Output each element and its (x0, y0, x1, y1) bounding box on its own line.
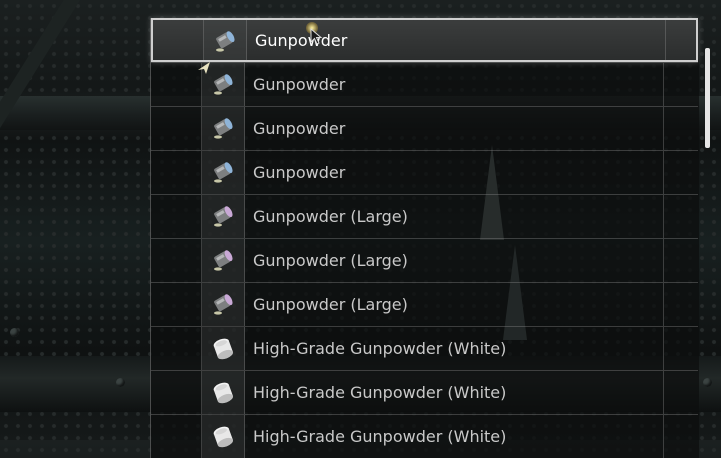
gunpowder-icon (214, 74, 233, 95)
row-slot-cell (151, 415, 202, 458)
high-grade-gunpowder-white-icon (213, 382, 234, 404)
row-slot-cell (151, 371, 202, 414)
row-end-cell (664, 239, 698, 282)
row-icon-cell (202, 415, 245, 458)
row-slot-cell (151, 107, 202, 150)
inventory-row[interactable]: High-Grade Gunpowder (White) (151, 414, 698, 458)
row-slot-cell (153, 20, 204, 60)
row-end-cell (664, 151, 698, 194)
item-name: Gunpowder (245, 63, 664, 106)
row-icon-cell (202, 327, 245, 370)
row-icon-cell (202, 239, 245, 282)
item-name: High-Grade Gunpowder (White) (245, 415, 664, 458)
item-name: Gunpowder (Large) (245, 195, 664, 238)
gunpowder-icon (216, 31, 235, 52)
row-slot-cell (151, 195, 202, 238)
item-name: Gunpowder (245, 107, 664, 150)
row-end-cell (666, 20, 696, 60)
item-name: High-Grade Gunpowder (White) (245, 371, 664, 414)
gunpowder-icon (214, 118, 233, 139)
row-slot-cell (151, 63, 202, 106)
inventory-list[interactable]: Gunpowder Gunpowder Gunpowder Gunpowder Gunp… (150, 18, 699, 458)
inventory-row[interactable]: Gunpowder (Large) (151, 282, 698, 326)
inventory-row[interactable]: Gunpowder (Large) (151, 238, 698, 282)
mouse-cursor-icon (310, 28, 323, 45)
row-icon-cell (202, 107, 245, 150)
gunpowder-large-icon (214, 294, 233, 315)
inventory-row[interactable]: High-Grade Gunpowder (White) (151, 326, 698, 370)
gunpowder-large-icon (214, 250, 233, 271)
background-rivet (116, 378, 125, 387)
high-grade-gunpowder-white-icon (213, 338, 234, 360)
inventory-row[interactable]: Gunpowder (151, 62, 698, 106)
high-grade-gunpowder-white-icon (213, 426, 234, 448)
row-end-cell (664, 415, 698, 458)
row-icon-cell (204, 20, 247, 60)
row-icon-cell (202, 371, 245, 414)
item-name: Gunpowder (Large) (245, 283, 664, 326)
row-slot-cell (151, 151, 202, 194)
background-rivet (10, 328, 19, 337)
inventory-row[interactable]: Gunpowder (151, 18, 698, 62)
gunpowder-icon (214, 162, 233, 183)
row-end-cell (664, 195, 698, 238)
row-icon-cell (202, 195, 245, 238)
row-slot-cell (151, 239, 202, 282)
item-name: High-Grade Gunpowder (White) (245, 327, 664, 370)
background-rivet (703, 378, 712, 387)
row-end-cell (664, 371, 698, 414)
row-end-cell (664, 63, 698, 106)
row-end-cell (664, 107, 698, 150)
row-end-cell (664, 283, 698, 326)
inventory-row[interactable]: Gunpowder (151, 150, 698, 194)
scrollbar-thumb[interactable] (705, 48, 710, 148)
item-name: Gunpowder (Large) (245, 239, 664, 282)
row-slot-cell (151, 283, 202, 326)
row-end-cell (664, 327, 698, 370)
row-icon-cell (202, 151, 245, 194)
row-slot-cell (151, 327, 202, 370)
row-icon-cell (202, 283, 245, 326)
gunpowder-large-icon (214, 206, 233, 227)
inventory-row[interactable]: Gunpowder (Large) (151, 194, 698, 238)
inventory-row[interactable]: High-Grade Gunpowder (White) (151, 370, 698, 414)
inventory-row[interactable]: Gunpowder (151, 106, 698, 150)
item-name: Gunpowder (245, 151, 664, 194)
selection-pointer-icon (198, 62, 210, 74)
